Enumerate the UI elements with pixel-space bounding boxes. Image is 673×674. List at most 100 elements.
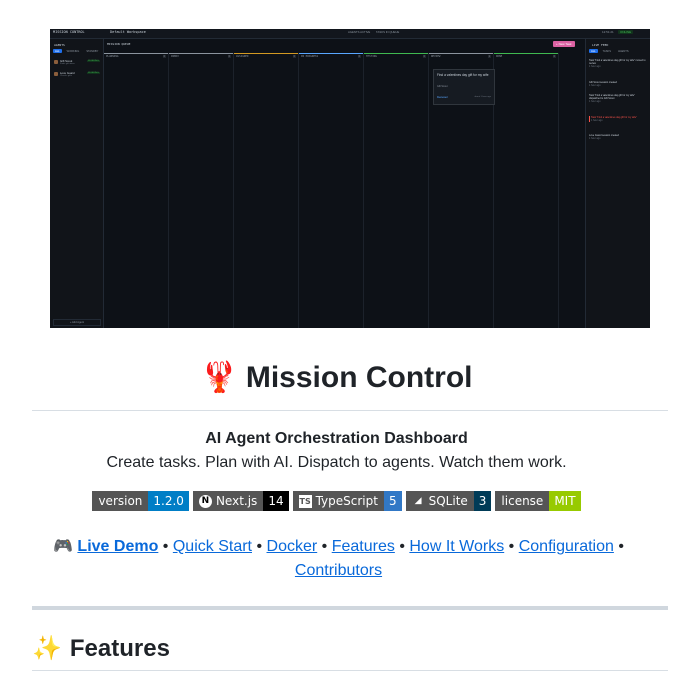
screenshot-workspace: Default Workspace — [110, 30, 146, 34]
link-separator: • — [256, 538, 263, 555]
screenshot-agent-tab: STANDBY — [86, 49, 99, 53]
lobster-icon: 🦞 — [200, 361, 238, 394]
subtitle: AI Agent Orchestration Dashboard — [205, 430, 468, 447]
screenshot-agent-tab: ALL — [53, 49, 62, 53]
screenshot-live-feed: LIVE FEED ALL TASKS AGENTS Task "Find a … — [585, 39, 650, 328]
screenshot-agents-panel: AGENTS ALL WORKING STANDBY Gift Scout Fi… — [50, 39, 104, 328]
screenshot-live-item: Task "Find a valentines day gift for my … — [589, 94, 635, 103]
screenshot-column-count: 0 — [357, 55, 361, 58]
version-badge[interactable]: version 1.2.0 — [92, 491, 189, 511]
screenshot-column-label: INBOX — [171, 55, 179, 58]
screenshot-column: ASSIGNED 0 — [234, 53, 299, 328]
screenshot-agent-role: Finds gift ideas — [60, 63, 75, 65]
screenshot-agent-role: Checks gifts — [60, 75, 72, 77]
dashboard-screenshot: MISSION CONTROL Default Workspace AGENTS… — [50, 29, 650, 328]
features-link[interactable]: Features — [332, 538, 395, 555]
screenshot-clock: 12:51:21 — [602, 30, 614, 34]
screenshot-task-time: about 1 hour ago — [474, 96, 491, 98]
features-heading: ✨ Features — [32, 634, 170, 663]
title-divider — [32, 410, 668, 411]
badge-value: 3 — [473, 491, 492, 511]
screenshot-column-count: 0 — [292, 55, 296, 58]
badge-label: license — [501, 494, 544, 508]
contributors-link[interactable]: Contributors — [295, 562, 382, 579]
quick-start-link[interactable]: Quick Start — [173, 538, 252, 555]
screenshot-column-count: 0 — [227, 55, 231, 58]
screenshot-column: DONE 0 — [494, 53, 559, 328]
agent-avatar-icon — [54, 72, 58, 76]
agent-avatar-icon — [54, 60, 58, 64]
screenshot-column-count: 0 — [162, 55, 166, 58]
screenshot-live-item: Task "Find a valentines day gift for my … — [589, 116, 649, 122]
screenshot-column-count: 0 — [552, 55, 556, 58]
features-divider — [32, 670, 668, 671]
screenshot-agent-tabs: ALL WORKING STANDBY — [53, 49, 100, 53]
screenshot-column-label: REVIEW — [431, 55, 441, 58]
screenshot-column: IN PROGRESS 0 — [299, 53, 364, 328]
badge-label: version — [98, 494, 143, 508]
badge-value: 1.2.0 — [148, 491, 189, 511]
screenshot-column-label: DONE — [496, 55, 503, 58]
nav-links: 🎮 Live Demo • Quick Start • Docker • Fea… — [52, 535, 625, 583]
screenshot-task-card: Find a valentines day gift for my wife G… — [433, 69, 495, 105]
screenshot-live-item: Task "Find a valentines day gift for my … — [589, 59, 646, 68]
screenshot-live-tab: TASKS — [602, 49, 611, 53]
typescript-badge[interactable]: TS TypeScript 5 — [292, 491, 402, 511]
tagline: Create tasks. Plan with AI. Dispatch to … — [106, 454, 567, 471]
screenshot-agent-status: WORKING — [87, 60, 100, 62]
screenshot-online-badge: ONLINE — [618, 30, 634, 34]
screenshot-column-count: 1 — [487, 55, 491, 58]
screenshot-column: INBOX 0 — [169, 53, 234, 328]
screenshot-brand: MISSION CONTROL — [53, 30, 85, 34]
screenshot-column-label: ASSIGNED — [236, 55, 249, 58]
features-heading-text: Features — [69, 635, 170, 662]
nextjs-icon: N — [198, 494, 212, 508]
link-separator: • — [321, 538, 328, 555]
docker-link[interactable]: Docker — [267, 538, 318, 555]
screenshot-column: TESTING 0 — [364, 53, 429, 328]
live-demo-link[interactable]: Live Demo — [77, 538, 158, 555]
screenshot-agent-status: WORKING — [87, 72, 100, 74]
screenshot-board: MISSION QUEUE PLANNING 0 INBOX 0 ASSIGNE… — [104, 39, 584, 328]
screenshot-task-agent: Gift Scout — [437, 85, 448, 88]
sparkles-icon: ✨ — [32, 635, 62, 662]
badge-value: 5 — [383, 491, 402, 511]
link-separator: • — [618, 538, 624, 555]
screenshot-live-item: Love Guard session created 1 hour ago — [589, 134, 619, 140]
nextjs-badge[interactable]: N Next.js 14 — [192, 491, 289, 511]
gamepad-icon: 🎮 — [53, 538, 73, 555]
screenshot-column-label: TESTING — [366, 55, 377, 58]
screenshot-agents-title: AGENTS — [54, 43, 65, 47]
badge-row: version 1.2.0 N Next.js 14 TS TypeScript 5… — [0, 491, 673, 511]
badge-label: TypeScript — [315, 494, 378, 508]
screenshot-live-tab: ALL — [589, 49, 598, 53]
screenshot-stat-agents: AGENTS ACTIVE — [348, 30, 371, 34]
sqlite-badge[interactable]: ◢ SQLite 3 — [405, 491, 492, 511]
screenshot-agent-item: Love Guard Checks gifts WORKING — [53, 71, 101, 80]
link-separator: • — [162, 538, 169, 555]
screenshot-new-task-button: + New Task — [553, 41, 575, 47]
page-title-text: Mission Control — [245, 360, 473, 394]
typescript-icon: TS — [298, 494, 312, 508]
configuration-link[interactable]: Configuration — [519, 538, 614, 555]
how-it-works-link[interactable]: How It Works — [409, 538, 504, 555]
screenshot-task-status: Reviewed — [437, 96, 448, 99]
screenshot-column-label: PLANNING — [106, 55, 119, 58]
screenshot-agent-tab: WORKING — [66, 49, 80, 53]
badge-label: Next.js — [215, 494, 258, 508]
license-badge[interactable]: license MIT — [495, 491, 581, 511]
sqlite-icon: ◢ — [414, 495, 422, 506]
screenshot-column: PLANNING 0 — [104, 53, 169, 328]
screenshot-live-title: LIVE FEED — [592, 43, 609, 47]
badge-label: SQLite — [428, 494, 468, 508]
section-divider — [32, 606, 668, 610]
screenshot-stat-tasks: TASKS IN QUEUE — [376, 30, 400, 34]
link-separator: • — [399, 538, 405, 555]
screenshot-column-label: IN PROGRESS — [301, 55, 319, 58]
screenshot-board-title: MISSION QUEUE — [107, 42, 131, 46]
screenshot-add-agent: + Add Agent — [53, 319, 101, 326]
screenshot-live-tab: AGENTS — [617, 49, 629, 53]
screenshot-task-title: Find a valentines day gift for my wife — [437, 73, 489, 77]
page-title: 🦞 Mission Control — [0, 360, 673, 395]
screenshot-topbar: MISSION CONTROL Default Workspace AGENTS… — [50, 29, 650, 39]
